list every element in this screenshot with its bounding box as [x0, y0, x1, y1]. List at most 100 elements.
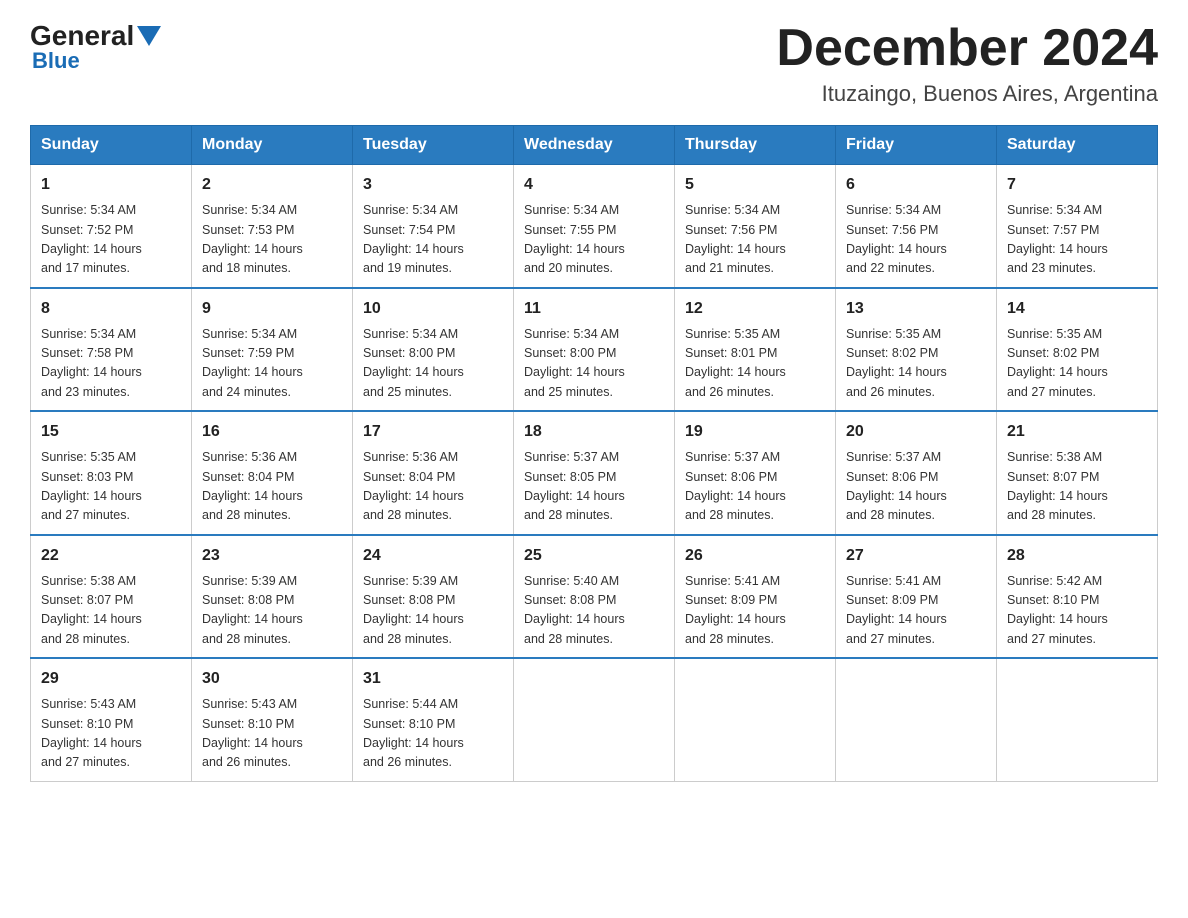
- calendar-week-row: 1 Sunrise: 5:34 AMSunset: 7:52 PMDaylight…: [31, 165, 1158, 288]
- table-row: 18 Sunrise: 5:37 AMSunset: 8:05 PMDayligh…: [514, 411, 675, 535]
- table-row: [514, 658, 675, 781]
- table-row: 1 Sunrise: 5:34 AMSunset: 7:52 PMDaylight…: [31, 165, 192, 288]
- table-row: 31 Sunrise: 5:44 AMSunset: 8:10 PMDayligh…: [353, 658, 514, 781]
- day-number: 17: [363, 420, 503, 444]
- day-number: 29: [41, 667, 181, 691]
- calendar-week-row: 29 Sunrise: 5:43 AMSunset: 8:10 PMDayligh…: [31, 658, 1158, 781]
- logo-triangle-icon: [137, 26, 161, 46]
- day-number: 19: [685, 420, 825, 444]
- header-sunday: Sunday: [31, 126, 192, 165]
- header-tuesday: Tuesday: [353, 126, 514, 165]
- day-info: Sunrise: 5:34 AMSunset: 7:56 PMDaylight:…: [846, 201, 986, 279]
- day-info: Sunrise: 5:44 AMSunset: 8:10 PMDaylight:…: [363, 695, 503, 773]
- day-info: Sunrise: 5:34 AMSunset: 7:58 PMDaylight:…: [41, 325, 181, 403]
- day-number: 31: [363, 667, 503, 691]
- day-number: 20: [846, 420, 986, 444]
- day-number: 8: [41, 297, 181, 321]
- day-number: 7: [1007, 173, 1147, 197]
- day-info: Sunrise: 5:38 AMSunset: 8:07 PMDaylight:…: [1007, 448, 1147, 526]
- table-row: 17 Sunrise: 5:36 AMSunset: 8:04 PMDayligh…: [353, 411, 514, 535]
- day-info: Sunrise: 5:36 AMSunset: 8:04 PMDaylight:…: [202, 448, 342, 526]
- table-row: [675, 658, 836, 781]
- day-number: 11: [524, 297, 664, 321]
- day-number: 2: [202, 173, 342, 197]
- table-row: 30 Sunrise: 5:43 AMSunset: 8:10 PMDayligh…: [192, 658, 353, 781]
- day-number: 25: [524, 544, 664, 568]
- table-row: 25 Sunrise: 5:40 AMSunset: 8:08 PMDayligh…: [514, 535, 675, 659]
- day-info: Sunrise: 5:36 AMSunset: 8:04 PMDaylight:…: [363, 448, 503, 526]
- logo: General Blue: [30, 20, 164, 74]
- day-info: Sunrise: 5:34 AMSunset: 7:55 PMDaylight:…: [524, 201, 664, 279]
- day-info: Sunrise: 5:34 AMSunset: 7:56 PMDaylight:…: [685, 201, 825, 279]
- day-info: Sunrise: 5:34 AMSunset: 8:00 PMDaylight:…: [524, 325, 664, 403]
- day-number: 10: [363, 297, 503, 321]
- day-number: 15: [41, 420, 181, 444]
- table-row: 22 Sunrise: 5:38 AMSunset: 8:07 PMDayligh…: [31, 535, 192, 659]
- day-number: 18: [524, 420, 664, 444]
- day-info: Sunrise: 5:41 AMSunset: 8:09 PMDaylight:…: [846, 572, 986, 650]
- day-info: Sunrise: 5:38 AMSunset: 8:07 PMDaylight:…: [41, 572, 181, 650]
- table-row: 15 Sunrise: 5:35 AMSunset: 8:03 PMDayligh…: [31, 411, 192, 535]
- table-row: 9 Sunrise: 5:34 AMSunset: 7:59 PMDaylight…: [192, 288, 353, 412]
- table-row: [997, 658, 1158, 781]
- table-row: 23Sunrise: 5:39 AMSunset: 8:08 PMDayligh…: [192, 535, 353, 659]
- day-info: Sunrise: 5:34 AMSunset: 7:52 PMDaylight:…: [41, 201, 181, 279]
- day-info: Sunrise: 5:37 AMSunset: 8:06 PMDaylight:…: [846, 448, 986, 526]
- table-row: 13Sunrise: 5:35 AMSunset: 8:02 PMDayligh…: [836, 288, 997, 412]
- table-row: 16 Sunrise: 5:36 AMSunset: 8:04 PMDayligh…: [192, 411, 353, 535]
- day-info: Sunrise: 5:39 AMSunset: 8:08 PMDaylight:…: [202, 572, 342, 650]
- day-number: 30: [202, 667, 342, 691]
- header-thursday: Thursday: [675, 126, 836, 165]
- table-row: 24Sunrise: 5:39 AMSunset: 8:08 PMDayligh…: [353, 535, 514, 659]
- day-number: 21: [1007, 420, 1147, 444]
- day-info: Sunrise: 5:39 AMSunset: 8:08 PMDaylight:…: [363, 572, 503, 650]
- table-row: [836, 658, 997, 781]
- table-row: 12Sunrise: 5:35 AMSunset: 8:01 PMDayligh…: [675, 288, 836, 412]
- calendar-week-row: 15 Sunrise: 5:35 AMSunset: 8:03 PMDayligh…: [31, 411, 1158, 535]
- page-title: December 2024: [776, 20, 1158, 77]
- logo-blue: Blue: [30, 48, 80, 74]
- table-row: 21 Sunrise: 5:38 AMSunset: 8:07 PMDayligh…: [997, 411, 1158, 535]
- day-info: Sunrise: 5:35 AMSunset: 8:03 PMDaylight:…: [41, 448, 181, 526]
- day-info: Sunrise: 5:34 AMSunset: 7:54 PMDaylight:…: [363, 201, 503, 279]
- table-row: 2 Sunrise: 5:34 AMSunset: 7:53 PMDaylight…: [192, 165, 353, 288]
- day-info: Sunrise: 5:35 AMSunset: 8:02 PMDaylight:…: [846, 325, 986, 403]
- header-wednesday: Wednesday: [514, 126, 675, 165]
- day-info: Sunrise: 5:34 AMSunset: 8:00 PMDaylight:…: [363, 325, 503, 403]
- day-info: Sunrise: 5:42 AMSunset: 8:10 PMDaylight:…: [1007, 572, 1147, 650]
- day-number: 6: [846, 173, 986, 197]
- day-info: Sunrise: 5:35 AMSunset: 8:02 PMDaylight:…: [1007, 325, 1147, 403]
- table-row: 3 Sunrise: 5:34 AMSunset: 7:54 PMDaylight…: [353, 165, 514, 288]
- table-row: 26 Sunrise: 5:41 AMSunset: 8:09 PMDayligh…: [675, 535, 836, 659]
- day-number: 3: [363, 173, 503, 197]
- day-number: 14: [1007, 297, 1147, 321]
- day-number: 22: [41, 544, 181, 568]
- day-info: Sunrise: 5:34 AMSunset: 7:53 PMDaylight:…: [202, 201, 342, 279]
- calendar-table: Sunday Monday Tuesday Wednesday Thursday…: [30, 125, 1158, 782]
- table-row: 11 Sunrise: 5:34 AMSunset: 8:00 PMDayligh…: [514, 288, 675, 412]
- day-number: 16: [202, 420, 342, 444]
- table-row: 8 Sunrise: 5:34 AMSunset: 7:58 PMDaylight…: [31, 288, 192, 412]
- table-row: 5 Sunrise: 5:34 AMSunset: 7:56 PMDaylight…: [675, 165, 836, 288]
- day-info: Sunrise: 5:43 AMSunset: 8:10 PMDaylight:…: [202, 695, 342, 773]
- header-saturday: Saturday: [997, 126, 1158, 165]
- day-number: 12: [685, 297, 825, 321]
- day-info: Sunrise: 5:40 AMSunset: 8:08 PMDaylight:…: [524, 572, 664, 650]
- day-number: 1: [41, 173, 181, 197]
- day-number: 27: [846, 544, 986, 568]
- table-row: 29 Sunrise: 5:43 AMSunset: 8:10 PMDayligh…: [31, 658, 192, 781]
- day-info: Sunrise: 5:41 AMSunset: 8:09 PMDaylight:…: [685, 572, 825, 650]
- table-row: 7Sunrise: 5:34 AMSunset: 7:57 PMDaylight…: [997, 165, 1158, 288]
- day-number: 28: [1007, 544, 1147, 568]
- day-number: 9: [202, 297, 342, 321]
- day-info: Sunrise: 5:37 AMSunset: 8:05 PMDaylight:…: [524, 448, 664, 526]
- weekday-header-row: Sunday Monday Tuesday Wednesday Thursday…: [31, 126, 1158, 165]
- day-info: Sunrise: 5:34 AMSunset: 7:59 PMDaylight:…: [202, 325, 342, 403]
- day-info: Sunrise: 5:43 AMSunset: 8:10 PMDaylight:…: [41, 695, 181, 773]
- calendar-week-row: 22 Sunrise: 5:38 AMSunset: 8:07 PMDayligh…: [31, 535, 1158, 659]
- header-monday: Monday: [192, 126, 353, 165]
- header-friday: Friday: [836, 126, 997, 165]
- day-number: 26: [685, 544, 825, 568]
- day-number: 5: [685, 173, 825, 197]
- table-row: 14 Sunrise: 5:35 AMSunset: 8:02 PMDayligh…: [997, 288, 1158, 412]
